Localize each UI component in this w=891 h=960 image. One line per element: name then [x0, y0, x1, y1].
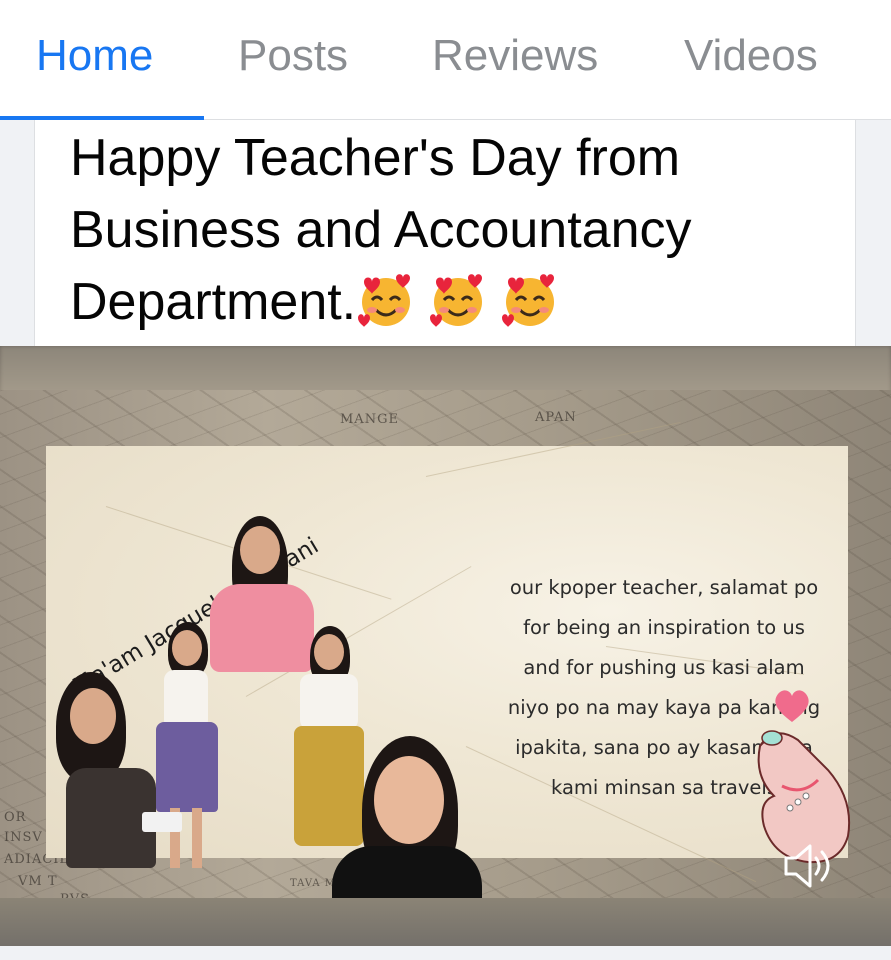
post-video[interactable]: APAN MANGE INSV ADIACIL VM T PVS TAVA MA… — [0, 346, 891, 946]
map-label: VM T — [18, 874, 58, 889]
video-blur-bottom — [0, 898, 891, 946]
smiling-face-with-hearts-icon — [428, 270, 488, 330]
emoji-row — [356, 269, 572, 341]
post-card: Happy Teacher's Day from Business and Ac… — [34, 120, 856, 346]
map-label: APAN — [535, 410, 577, 425]
smiling-face-with-hearts-icon — [500, 270, 560, 330]
sound-toggle-button[interactable] — [778, 836, 838, 896]
video-blur-top — [0, 346, 891, 396]
speaker-icon — [784, 844, 830, 888]
tab-reviews[interactable]: Reviews — [432, 30, 598, 82]
smiling-face-with-hearts-icon — [356, 270, 416, 330]
page-tab-bar: Home Posts Reviews Videos — [0, 0, 891, 120]
post-text-block: Happy Teacher's Day from Business and Ac… — [70, 122, 830, 341]
map-label: INSV — [4, 830, 43, 845]
tab-videos[interactable]: Videos — [684, 30, 818, 82]
teacher-photo — [332, 736, 482, 906]
teacher-photo — [52, 672, 182, 872]
tab-posts[interactable]: Posts — [238, 30, 348, 82]
map-label: OR — [4, 810, 27, 825]
active-tab-indicator — [0, 116, 204, 120]
map-label: MANGE — [340, 412, 399, 427]
greeting-slide: Ma'am Jacquelyn Bayani our kpoper teache… — [46, 421, 848, 906]
tab-home[interactable]: Home — [36, 30, 153, 82]
